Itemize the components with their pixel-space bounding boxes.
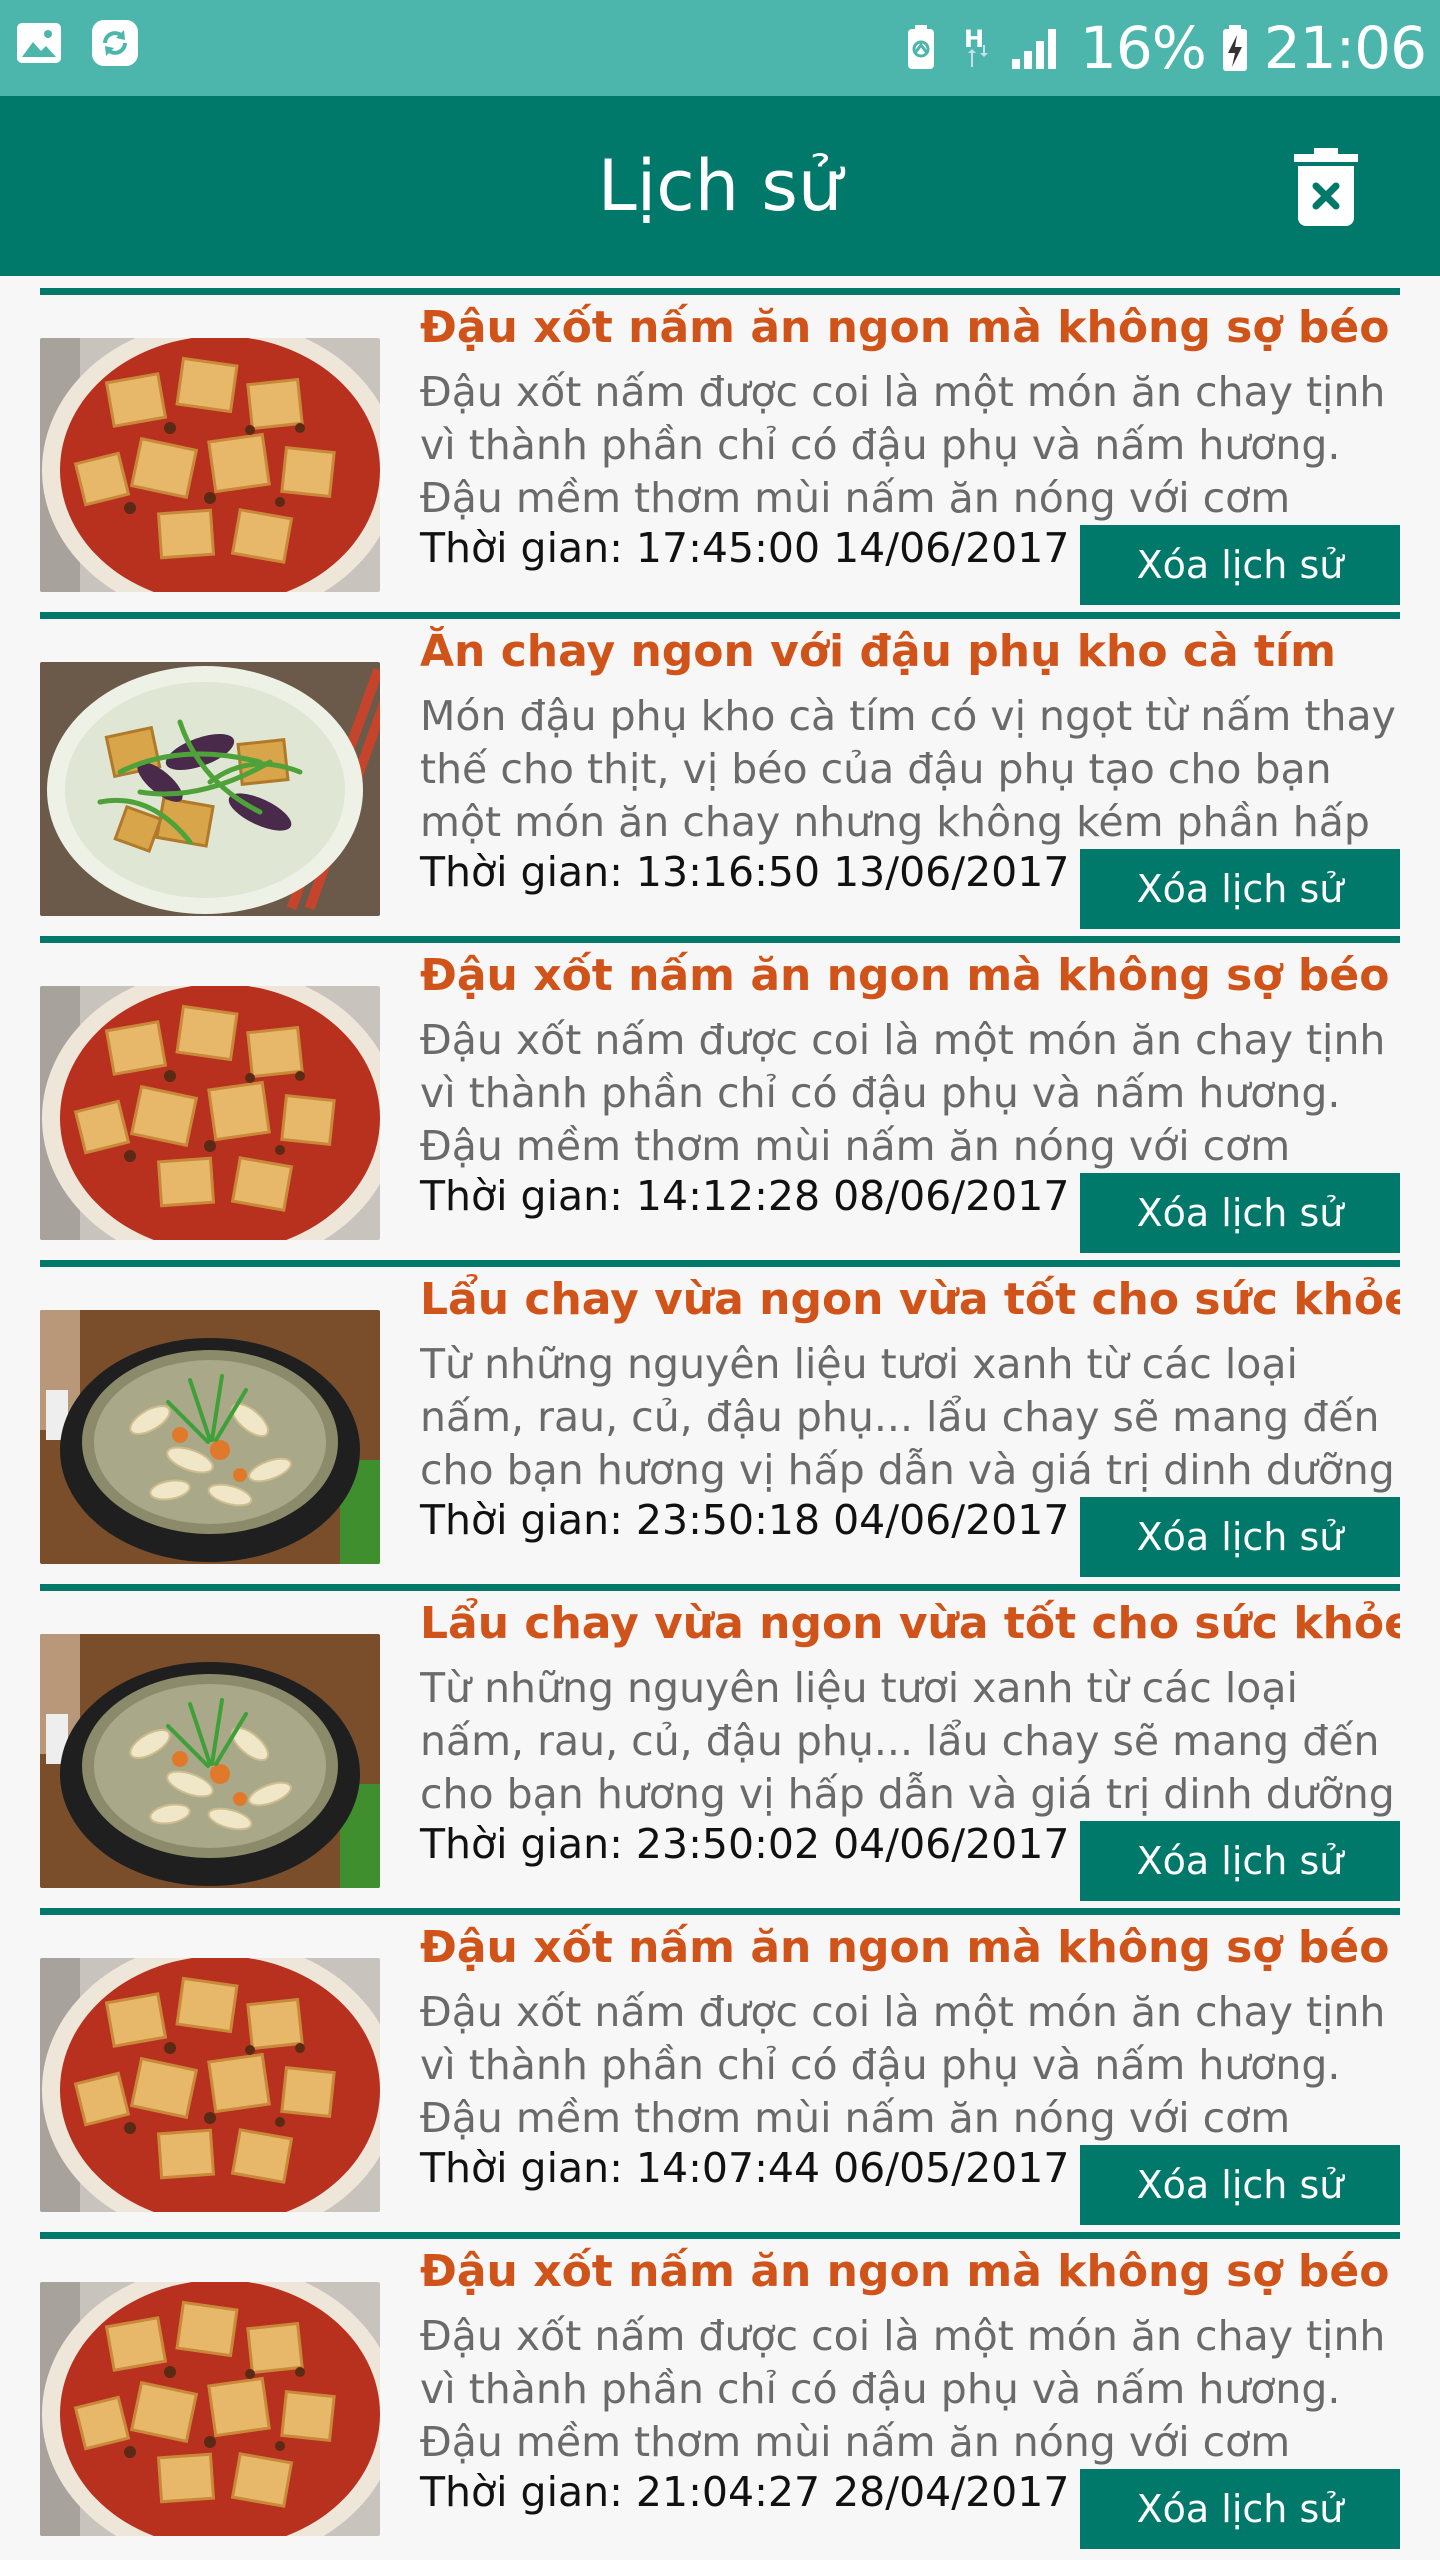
item-time-value: 23:50:02 04/06/2017	[635, 1820, 1070, 1868]
history-item[interactable]: Đậu xốt nấm ăn ngon mà không sợ béo Đậu …	[40, 2232, 1400, 2556]
item-time: Thời gian: 21:04:27 28/04/2017	[420, 2468, 1069, 2516]
item-description: Đậu xốt nấm được coi là một món ăn chay …	[420, 368, 1386, 522]
item-title: Đậu xốt nấm ăn ngon mà không sợ béo	[420, 950, 1390, 1001]
vegetarian-hotpot-image	[40, 1310, 380, 1564]
signal-icon	[1011, 29, 1056, 69]
item-time-prefix: Thời gian:	[420, 1496, 636, 1544]
tofu-mushroom-image	[40, 1958, 380, 2212]
item-time-value: 23:50:18 04/06/2017	[635, 1496, 1070, 1544]
item-description: Từ những nguyên liệu tươi xanh từ các lo…	[420, 1340, 1395, 1494]
delete-history-button[interactable]: Xóa lịch sử	[1080, 849, 1400, 929]
item-time: Thời gian: 14:12:28 08/06/2017	[420, 1172, 1069, 1220]
item-divider	[40, 936, 1400, 943]
hspa-icon: H	[964, 25, 988, 67]
history-item[interactable]: Ăn chay ngon với đậu phụ kho cà tím Món …	[40, 612, 1400, 936]
item-divider	[40, 1584, 1400, 1591]
item-time: Thời gian: 14:07:44 06/05/2017	[420, 2144, 1069, 2192]
item-time-value: 14:07:44 06/05/2017	[635, 2144, 1070, 2192]
history-item[interactable]: Đậu xốt nấm ăn ngon mà không sợ béo Đậu …	[40, 936, 1400, 1260]
item-time-prefix: Thời gian:	[420, 524, 636, 572]
item-title: Đậu xốt nấm ăn ngon mà không sợ béo	[420, 1922, 1390, 1973]
tofu-mushroom-image	[40, 2282, 380, 2536]
item-description: Đậu xốt nấm được coi là một món ăn chay …	[420, 1016, 1386, 1170]
delete-history-button[interactable]: Xóa lịch sử	[1080, 525, 1400, 605]
item-time-value: 17:45:00 14/06/2017	[635, 524, 1070, 572]
item-description: Đậu xốt nấm được coi là một món ăn chay …	[420, 1988, 1386, 2142]
item-description: Từ những nguyên liệu tươi xanh từ các lo…	[420, 1664, 1395, 1818]
item-time-prefix: Thời gian:	[420, 1172, 636, 1220]
thumbnail[interactable]	[40, 1634, 380, 1888]
tofu-mushroom-image	[40, 338, 380, 592]
item-divider	[40, 1908, 1400, 1915]
item-description: Đậu xốt nấm được coi là một món ăn chay …	[420, 2312, 1386, 2466]
item-title: Đậu xốt nấm ăn ngon mà không sợ béo	[420, 302, 1390, 353]
thumbnail[interactable]	[40, 662, 380, 916]
app-bar: Lịch sử	[0, 96, 1440, 276]
item-title: Lẩu chay vừa ngon vừa tốt cho sức khỏe	[420, 1598, 1400, 1649]
item-description: Món đậu phụ kho cà tím có vị ngọt từ nấm…	[420, 692, 1396, 846]
thumbnail[interactable]	[40, 2282, 380, 2536]
history-list: Đậu xốt nấm ăn ngon mà không sợ béo Đậu …	[40, 288, 1400, 2556]
status-bar: H 16% 21:06	[0, 0, 1440, 96]
battery-charging-icon	[1222, 25, 1247, 71]
item-time-prefix: Thời gian:	[420, 2144, 636, 2192]
trash-clear-icon	[1294, 148, 1358, 226]
status-left-icons	[14, 18, 140, 68]
item-divider	[40, 1260, 1400, 1267]
clock: 21:06	[1263, 14, 1427, 82]
delete-history-button[interactable]: Xóa lịch sử	[1080, 2145, 1400, 2225]
item-divider	[40, 288, 1400, 295]
item-time: Thời gian: 23:50:02 04/06/2017	[420, 1820, 1069, 1868]
delete-history-button[interactable]: Xóa lịch sử	[1080, 1821, 1400, 1901]
thumbnail[interactable]	[40, 338, 380, 592]
item-divider	[40, 2232, 1400, 2239]
item-time-value: 21:04:27 28/04/2017	[635, 2468, 1070, 2516]
thumbnail[interactable]	[40, 1310, 380, 1564]
svg-text:H: H	[964, 25, 984, 53]
item-time-value: 13:16:50 13/06/2017	[635, 848, 1070, 896]
item-time: Thời gian: 13:16:50 13/06/2017	[420, 848, 1069, 896]
thumbnail[interactable]	[40, 1958, 380, 2212]
status-right-icons: H 16% 21:06	[896, 12, 1427, 84]
clear-history-button[interactable]	[1290, 148, 1362, 228]
item-time-value: 14:12:28 08/06/2017	[635, 1172, 1070, 1220]
item-time-prefix: Thời gian:	[420, 1820, 636, 1868]
tofu-eggplant-image	[40, 662, 380, 916]
page-title: Lịch sử	[597, 145, 843, 227]
history-item[interactable]: Đậu xốt nấm ăn ngon mà không sợ béo Đậu …	[40, 1908, 1400, 2232]
item-time: Thời gian: 17:45:00 14/06/2017	[420, 524, 1069, 572]
item-title: Đậu xốt nấm ăn ngon mà không sợ béo	[420, 2246, 1390, 2297]
vegetarian-hotpot-image	[40, 1634, 380, 1888]
sync-icon	[92, 20, 138, 66]
item-time: Thời gian: 23:50:18 04/06/2017	[420, 1496, 1069, 1544]
battery-percent: 16%	[1079, 14, 1207, 82]
item-title: Ăn chay ngon với đậu phụ kho cà tím	[420, 626, 1336, 677]
history-item[interactable]: Lẩu chay vừa ngon vừa tốt cho sức khỏe T…	[40, 1260, 1400, 1584]
history-item[interactable]: Đậu xốt nấm ăn ngon mà không sợ béo Đậu …	[40, 288, 1400, 612]
delete-history-button[interactable]: Xóa lịch sử	[1080, 2469, 1400, 2549]
item-time-prefix: Thời gian:	[420, 2468, 636, 2516]
item-time-prefix: Thời gian:	[420, 848, 636, 896]
item-title: Lẩu chay vừa ngon vừa tốt cho sức khỏe	[420, 1274, 1400, 1325]
delete-history-button[interactable]: Xóa lịch sử	[1080, 1173, 1400, 1253]
battery-saver-icon	[907, 25, 934, 69]
item-divider	[40, 612, 1400, 619]
history-item[interactable]: Lẩu chay vừa ngon vừa tốt cho sức khỏe T…	[40, 1584, 1400, 1908]
delete-history-button[interactable]: Xóa lịch sử	[1080, 1497, 1400, 1577]
thumbnail[interactable]	[40, 986, 380, 1240]
gallery-icon	[17, 23, 61, 63]
tofu-mushroom-image	[40, 986, 380, 1240]
